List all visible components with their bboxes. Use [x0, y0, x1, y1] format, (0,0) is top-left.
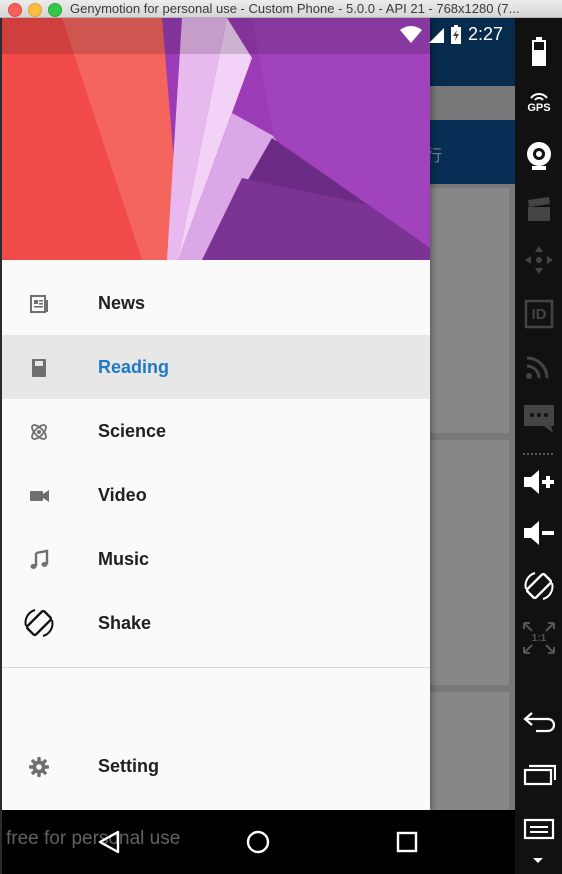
- volume-up-icon: [524, 470, 554, 494]
- battery-widget-button[interactable]: [519, 32, 559, 72]
- close-window-button[interactable]: [8, 3, 22, 17]
- menu-item-video[interactable]: Video: [2, 463, 430, 527]
- menu-item-label: Science: [98, 420, 167, 441]
- gps-label: GPS: [527, 102, 551, 114]
- menu-item-setting[interactable]: Setting: [2, 734, 430, 798]
- menu-item-label: Setting: [98, 755, 159, 776]
- drawer-header-image: [2, 18, 430, 260]
- recents-square-icon: [396, 831, 418, 853]
- status-bar: 2:27: [2, 18, 515, 54]
- wifi-icon: [399, 25, 422, 43]
- nav-recents-button[interactable]: [389, 824, 425, 860]
- recent-apps-icon: [523, 764, 556, 786]
- battery-icon: [532, 37, 546, 66]
- book-icon: [26, 355, 52, 381]
- sidebar-separator: [523, 453, 553, 457]
- volume-down-button[interactable]: [519, 513, 559, 553]
- webcam-icon: [527, 142, 551, 170]
- nav-home-button[interactable]: [240, 824, 276, 860]
- sms-icon: [524, 405, 554, 433]
- minimize-window-button[interactable]: [28, 3, 42, 17]
- back-icon: [523, 712, 556, 733]
- menu-item-label: Music: [98, 548, 150, 569]
- device-id-widget-button[interactable]: ID: [519, 294, 559, 334]
- device-screen: 排行 2:27: [2, 18, 515, 874]
- scroll-down-icon[interactable]: [533, 858, 543, 863]
- capture-widget-button[interactable]: [519, 190, 559, 230]
- gps-icon: [530, 93, 548, 101]
- window-title: Genymotion for personal use - Custom Pho…: [70, 1, 520, 16]
- dpad-widget-button[interactable]: [519, 240, 559, 280]
- battery-charging-icon: [450, 24, 461, 44]
- clapperboard-icon: [528, 197, 550, 221]
- material-wallpaper: [2, 18, 430, 260]
- menu-item-music[interactable]: Music: [2, 527, 430, 591]
- pixel-perfect-button[interactable]: 1:1: [519, 618, 559, 658]
- watermark-text: free for personal use: [6, 828, 181, 849]
- menu-item-news[interactable]: News: [2, 271, 430, 335]
- screen-rotation-icon: [22, 606, 56, 640]
- sms-widget-button[interactable]: [519, 398, 559, 438]
- music-note-icon: [26, 547, 52, 573]
- dpad-icon: [525, 246, 553, 274]
- menu-item-label: News: [98, 292, 146, 313]
- atom-icon: [26, 419, 52, 445]
- rotate-icon: [524, 572, 554, 600]
- genymotion-sidebar: GPS ID 1:1: [515, 18, 562, 874]
- drawer-menu: News Reading Science Video Music Shake: [2, 271, 430, 655]
- recent-apps-button[interactable]: [519, 754, 559, 794]
- menu-item-reading[interactable]: Reading: [2, 335, 430, 399]
- volume-down-icon: [524, 521, 554, 545]
- status-time: 2:27: [467, 24, 503, 44]
- menu-item-shake[interactable]: Shake: [2, 591, 430, 655]
- gear-icon: [26, 754, 52, 780]
- webcam-widget-button[interactable]: [519, 136, 559, 176]
- rotate-button[interactable]: [519, 566, 559, 606]
- menu-item-label: Video: [98, 484, 147, 505]
- menu-icon: [523, 818, 555, 840]
- cast-widget-button[interactable]: [519, 346, 559, 386]
- menu-item-science[interactable]: Science: [2, 399, 430, 463]
- drawer-divider: [2, 667, 430, 668]
- gps-widget-button[interactable]: GPS: [519, 82, 559, 122]
- menu-button[interactable]: [519, 808, 559, 848]
- menu-item-label: Reading: [98, 356, 170, 377]
- home-circle-icon: [246, 830, 270, 854]
- volume-up-button[interactable]: [519, 462, 559, 502]
- zoom-window-button[interactable]: [48, 3, 62, 17]
- window-titlebar: Genymotion for personal use - Custom Pho…: [0, 0, 562, 18]
- newspaper-icon: [26, 291, 52, 317]
- scale-label: 1:1: [531, 632, 547, 644]
- navigation-drawer: News Reading Science Video Music Shake S…: [2, 18, 430, 810]
- videocam-icon: [26, 483, 52, 509]
- back-button[interactable]: [519, 701, 559, 741]
- cell-signal-icon: [428, 27, 444, 43]
- menu-item-label: Shake: [98, 612, 152, 633]
- id-label: ID: [531, 305, 547, 323]
- cast-icon: [526, 356, 549, 379]
